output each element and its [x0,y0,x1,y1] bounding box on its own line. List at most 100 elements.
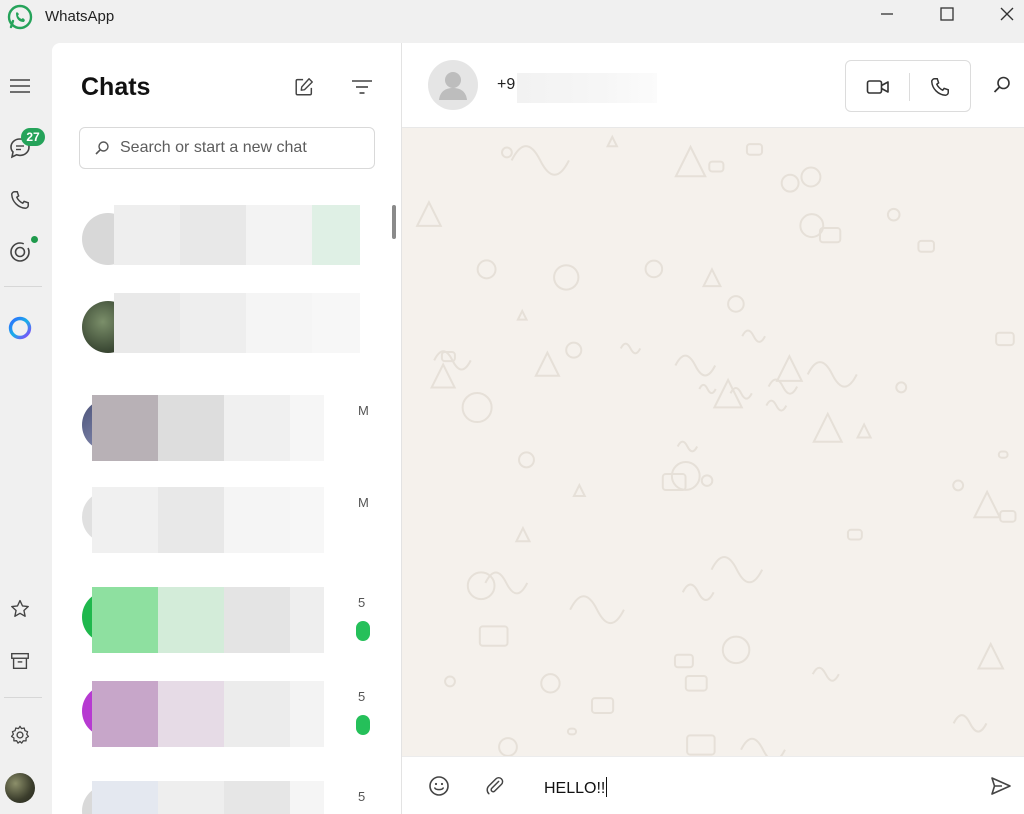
doodle-shape [534,350,561,377]
profile-avatar[interactable] [5,773,35,803]
calls-icon[interactable] [6,186,34,214]
doodle-shape [811,666,840,682]
contact-name-redaction [517,73,657,103]
doodle-shape [686,734,716,756]
new-chat-icon[interactable] [292,75,316,99]
redaction-block [92,587,158,653]
chat-list-item[interactable]: 5 [82,781,382,814]
chat-list-panel: Chats M M 5 5 5 [52,43,402,814]
redaction-block [312,293,360,353]
message-input-text: HELLO!! [544,780,606,797]
doodle-shape [572,482,587,498]
doodle-shape [775,353,804,382]
doodle-pattern [415,134,1017,756]
doodle-shape [895,381,908,394]
doodle-shape [741,329,766,343]
whatsapp-window: WhatsApp 27 Chats Search or start a new … [0,0,1024,814]
doodle-shape [540,673,561,694]
doodle-shape [740,737,786,756]
redaction-block [224,395,290,461]
close-button[interactable] [984,0,1024,28]
chat-list-item[interactable] [82,293,382,367]
message-input[interactable]: HELLO!! [544,777,608,798]
unread-indicator [356,715,370,735]
redaction-block [92,781,158,814]
doodle-shape [700,474,714,487]
video-call-icon[interactable] [864,73,892,101]
maximize-button[interactable] [924,0,970,28]
chat-list-item[interactable]: 5 [82,681,382,751]
doodle-shape [430,362,457,389]
search-box[interactable] [79,127,375,169]
settings-gear-icon[interactable] [6,721,34,749]
doodle-shape [997,450,1009,459]
doodle-shape [855,422,873,439]
conversation-pane: +9 HELLO!! [402,43,1024,814]
chat-timestamp: M [358,495,369,510]
doodle-shape [478,625,509,647]
redaction-block [290,587,324,653]
contact-name[interactable]: +9 [497,76,515,94]
doodle-shape [701,267,723,288]
doodle-shape [780,173,800,193]
doodle-shape [917,239,935,253]
redaction-block [246,293,312,353]
search-input[interactable] [120,139,360,157]
redaction-block [290,487,324,553]
redaction-block [224,487,290,553]
redaction-block [290,395,324,461]
doodle-shape [800,166,822,188]
doodle-shape [433,350,472,371]
redaction-block [312,205,360,265]
archive-icon[interactable] [6,647,34,675]
unread-indicator [356,621,370,641]
filter-icon[interactable] [350,75,374,99]
redaction-block [224,587,290,653]
redaction-block [290,681,324,747]
doodle-shape [444,675,456,688]
chat-list-item[interactable] [82,205,382,279]
doodle-shape [995,331,1015,347]
redaction-block [158,487,224,553]
attach-paperclip-icon[interactable] [482,773,508,799]
conversation-search-icon[interactable] [990,73,1014,97]
doodle-shape [765,399,788,412]
doodle-shape [644,259,664,279]
menu-icon[interactable] [6,72,34,100]
chats-heading: Chats [81,73,151,101]
chat-list-item[interactable]: M [82,395,382,465]
status-icon[interactable] [6,238,34,266]
doodle-shape [952,479,965,492]
doodle-shape [484,571,529,595]
title-bar: WhatsApp [0,0,1024,40]
call-divider [909,73,910,101]
app-title: WhatsApp [45,8,115,25]
emoji-icon[interactable] [426,773,452,799]
doodle-shape [886,207,901,222]
chat-wallpaper [402,129,1024,756]
whatsapp-logo-icon [6,3,34,31]
chat-list-item[interactable]: M [82,487,382,557]
doodle-shape [976,641,1005,670]
text-caret [606,777,608,797]
minimize-button[interactable] [864,0,910,28]
voice-call-icon[interactable] [926,73,954,101]
doodle-shape [812,411,844,443]
chat-timestamp: 5 [358,789,366,804]
doodle-shape [799,213,825,239]
chat-list-item[interactable]: 5 [82,587,382,657]
redaction-block [92,395,158,461]
starred-icon[interactable] [6,595,34,623]
meta-ai-icon[interactable] [6,314,34,342]
redaction-block [180,205,246,265]
doodle-shape [673,653,694,669]
chat-list-scrollbar[interactable] [392,205,396,239]
doodle-shape [498,737,518,756]
doodle-shape [518,451,535,469]
redaction-block [224,781,290,814]
contact-avatar[interactable] [428,60,478,110]
chat-timestamp: M [358,403,369,418]
send-icon[interactable] [988,773,1014,799]
rail-divider [4,286,42,287]
doodle-shape [590,697,615,714]
